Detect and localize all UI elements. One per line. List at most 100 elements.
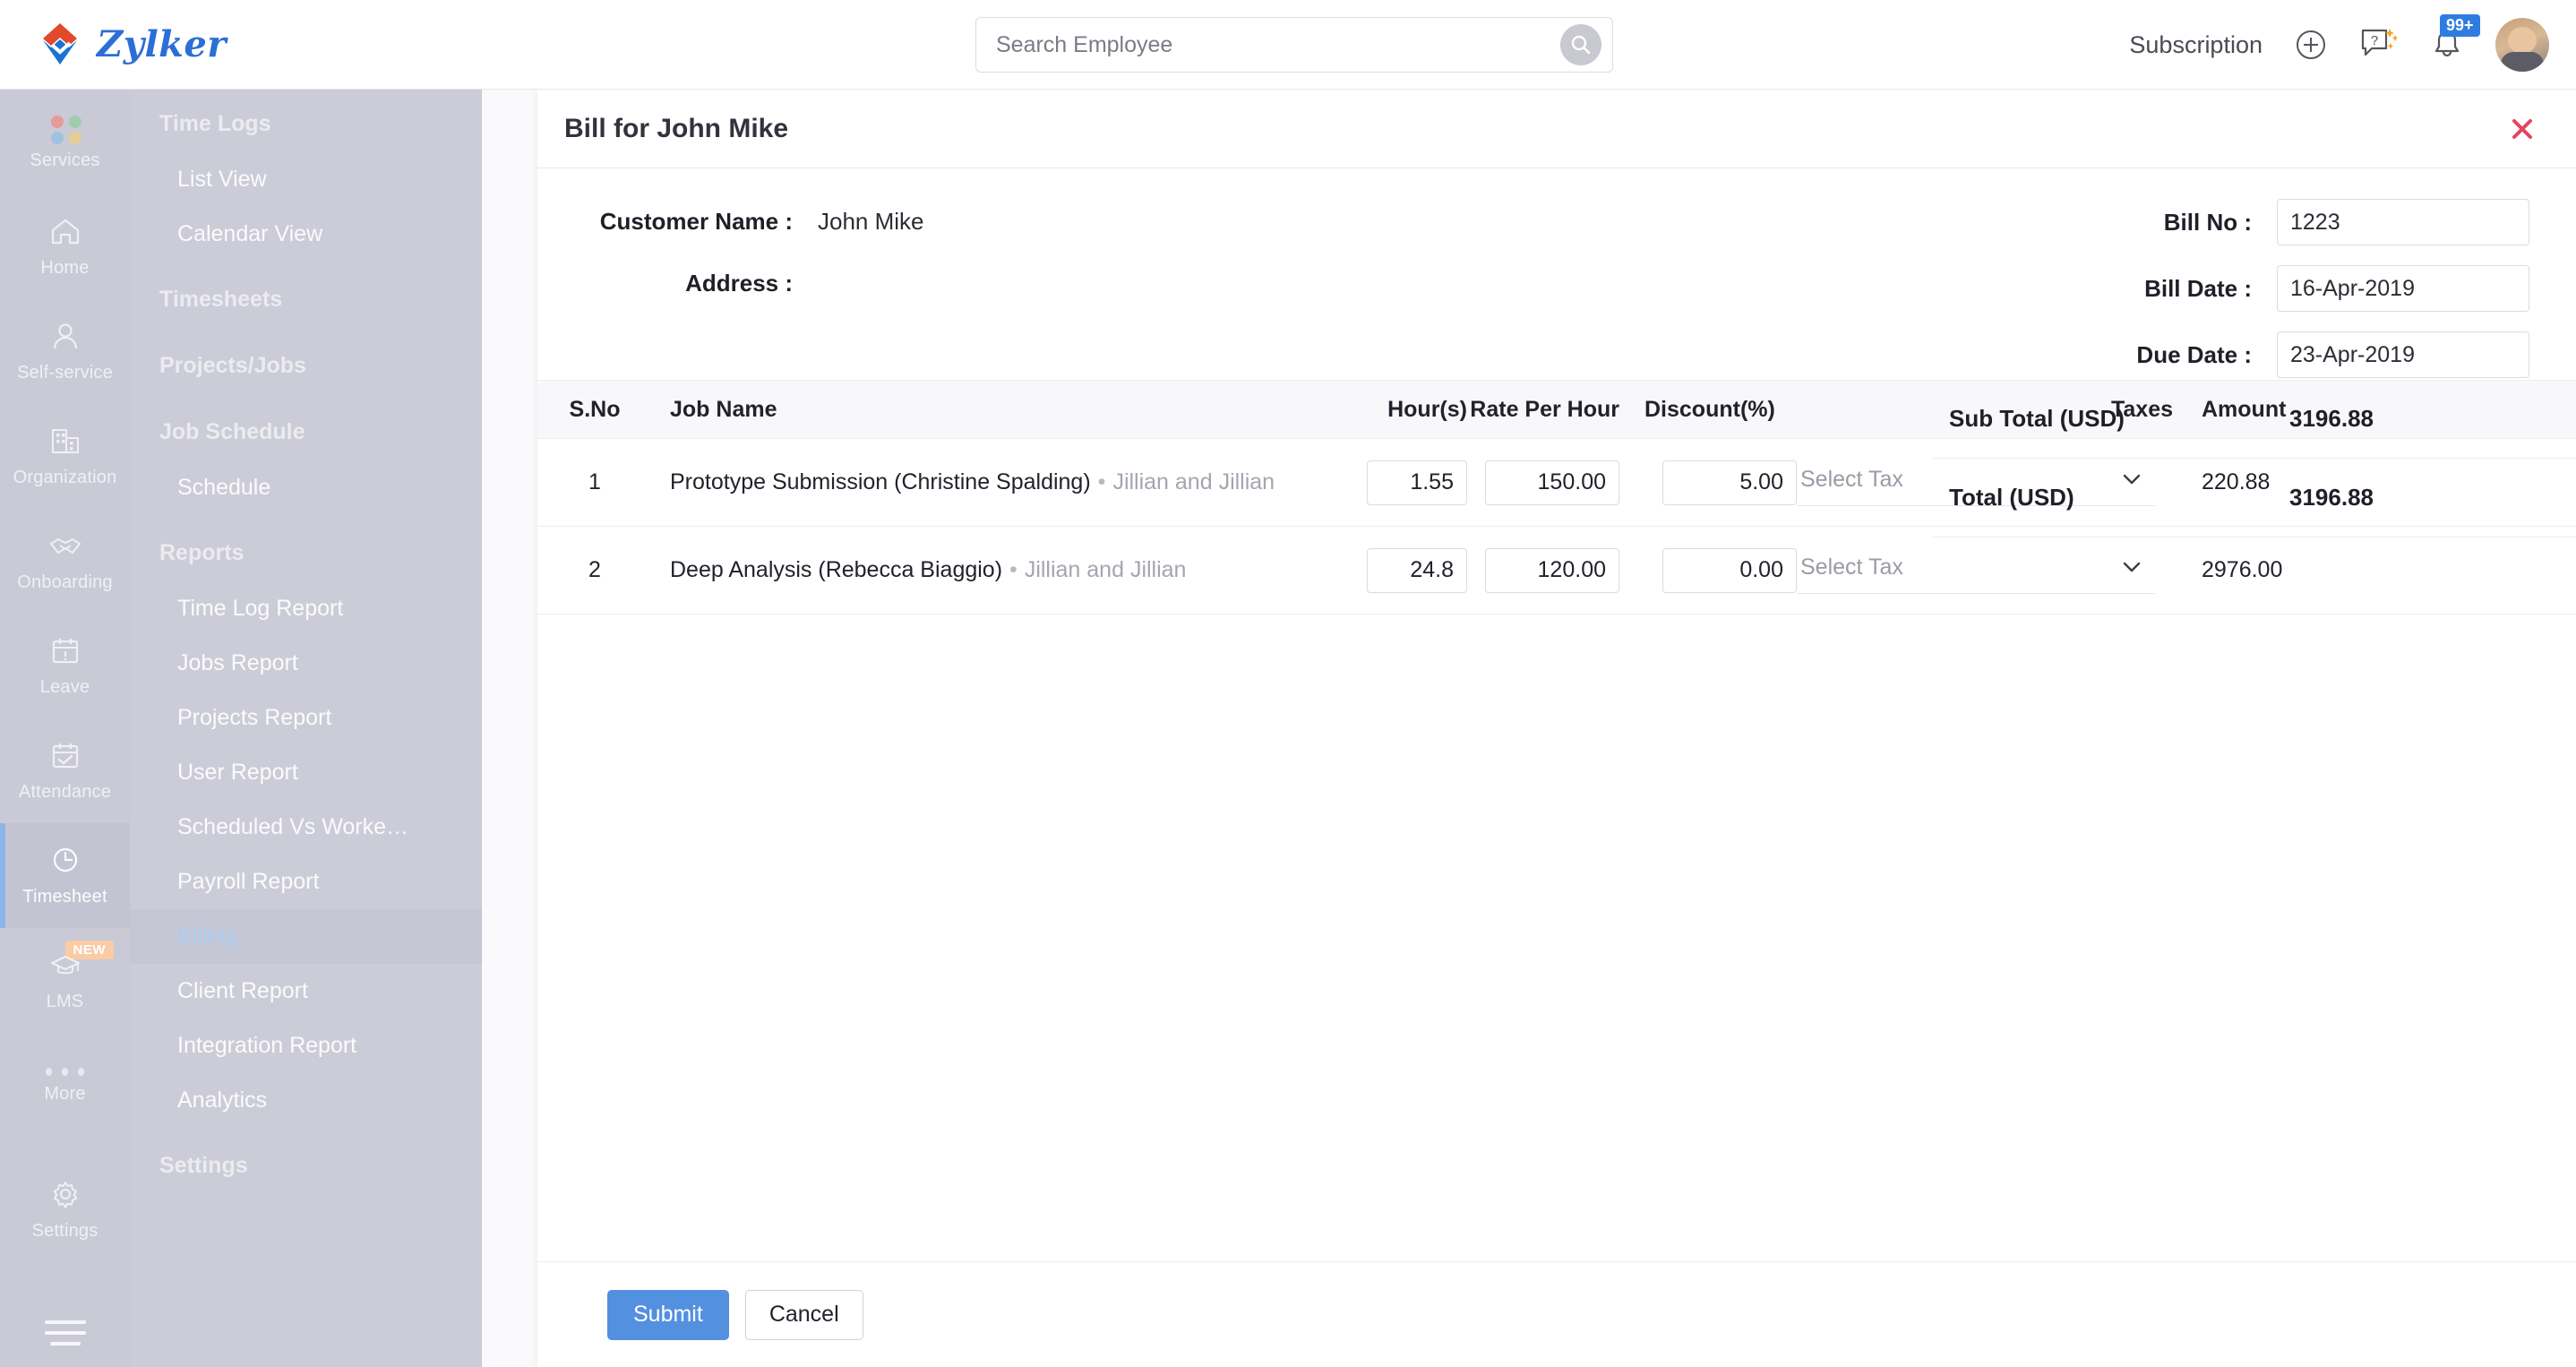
sub-nav: Time Logs List View Calendar View Timesh… (130, 90, 482, 1367)
search-input[interactable] (976, 32, 1560, 58)
rail-item-leave[interactable]: Leave (0, 614, 130, 718)
close-icon[interactable] (2504, 111, 2540, 147)
nav-group-time-logs: Time Logs (130, 95, 482, 152)
rail-item-label: Attendance (19, 782, 111, 803)
submit-button[interactable]: Submit (607, 1290, 729, 1340)
nav-item-payroll-report[interactable]: Payroll Report (130, 855, 482, 909)
job-title: Prototype Submission (Christine Spalding… (670, 469, 1091, 494)
row-discount-cell: 5.00 (1627, 460, 1797, 505)
rail-item-lms[interactable]: NEW LMS (0, 928, 130, 1033)
rail-item-label: More (44, 1084, 85, 1105)
due-date-field[interactable] (2277, 331, 2529, 378)
rail-item-organization[interactable]: Organization (0, 404, 130, 509)
subtotal-value: 3196.88 (2289, 405, 2576, 433)
row-sno: 1 (537, 469, 652, 495)
discount-input[interactable]: 5.00 (1662, 460, 1797, 505)
bill-no-label: Bill No : (2071, 209, 2277, 236)
col-header-sno: S.No (537, 397, 652, 423)
icon-rail: Services Home Self-service Organization (0, 90, 130, 1367)
col-header-rate: Rate Per Hour (1467, 397, 1627, 423)
nav-item-analytics[interactable]: Analytics (130, 1073, 482, 1128)
subtotal-label: Sub Total (USD) (1933, 405, 2289, 433)
nav-item-projects-report[interactable]: Projects Report (130, 691, 482, 745)
rail-item-label: Organization (13, 468, 117, 488)
bill-no-input[interactable] (2290, 210, 2576, 236)
search-icon[interactable] (1560, 24, 1601, 65)
total-value: 3196.88 (2289, 484, 2576, 512)
total-row: Total (USD) 3196.88 (1933, 459, 2576, 537)
rail-item-self-service[interactable]: Self-service (0, 299, 130, 404)
nav-item-list-view[interactable]: List View (130, 152, 482, 207)
rail-item-home[interactable]: Home (0, 194, 130, 299)
nav-item-scheduled-vs-worked[interactable]: Scheduled Vs Worke… (130, 800, 482, 855)
svg-text:?: ? (2371, 33, 2378, 48)
brand-logo[interactable]: Zylker (34, 18, 227, 70)
rail-item-onboarding[interactable]: Onboarding (0, 509, 130, 614)
bill-date-label: Bill Date : (2071, 275, 2277, 303)
nav-item-time-log-report[interactable]: Time Log Report (130, 581, 482, 636)
row-discount-cell: 0.00 (1627, 548, 1797, 593)
bill-date-row: Bill Date : (2071, 265, 2529, 312)
rail-item-label: Home (40, 258, 89, 279)
help-chat-icon[interactable]: ? (2359, 25, 2399, 64)
subscription-link[interactable]: Subscription (2129, 31, 2263, 59)
avatar[interactable] (2495, 18, 2549, 72)
rate-input[interactable]: 120.00 (1485, 548, 1619, 593)
nav-item-schedule[interactable]: Schedule (130, 460, 482, 515)
rail-item-label: Onboarding (17, 572, 113, 593)
row-tax-cell: Select Tax (1797, 547, 2182, 594)
hamburger-icon[interactable] (0, 1320, 130, 1346)
modal-header: Bill for John Mike (537, 90, 2576, 168)
rail-item-attendance[interactable]: Attendance (0, 718, 130, 823)
calendar-alert-icon (47, 634, 83, 671)
rail-item-label: Services (30, 150, 99, 171)
nav-item-jobs-report[interactable]: Jobs Report (130, 636, 482, 691)
rail-item-more[interactable]: More (0, 1033, 130, 1138)
nav-group-timesheets: Timesheets (130, 271, 482, 328)
col-header-hours: Hour(s) (1315, 397, 1467, 423)
nav-item-client-report[interactable]: Client Report (130, 964, 482, 1019)
rail-item-label: Timesheet (22, 887, 107, 907)
nav-item-user-report[interactable]: User Report (130, 745, 482, 800)
col-header-job-name: Job Name (652, 397, 1315, 423)
rail-item-settings[interactable]: Settings (0, 1157, 130, 1262)
modal-footer: Submit Cancel (537, 1261, 2576, 1367)
nav-item-calendar-view[interactable]: Calendar View (130, 207, 482, 262)
top-bar-actions: Subscription ? (2129, 0, 2549, 90)
customer-name-value: John Mike (793, 204, 924, 236)
rail-item-services[interactable]: Services (0, 90, 130, 194)
modal-body: Customer Name : John Mike Address : Bill… (537, 168, 2576, 1261)
graduation-cap-icon (47, 949, 83, 985)
bill-no-row: Bill No : (2071, 199, 2529, 245)
bill-no-field[interactable] (2277, 199, 2529, 245)
row-rate-cell: 150.00 (1467, 460, 1627, 505)
brand-name: Zylker (97, 23, 227, 65)
bell-icon[interactable]: 99+ (2427, 25, 2467, 64)
hours-input[interactable]: 24.8 (1367, 548, 1467, 593)
nav-item-integration-report[interactable]: Integration Report (130, 1019, 482, 1073)
zylker-logo-icon (34, 18, 86, 70)
chevron-down-icon (2121, 555, 2142, 580)
rate-input[interactable]: 150.00 (1485, 460, 1619, 505)
table-row: 2 Deep Analysis (Rebecca Biaggio)•Jillia… (537, 527, 2576, 615)
row-hours-cell: 24.8 (1315, 548, 1467, 593)
nav-group-reports: Reports (130, 524, 482, 581)
customer-address-label: Address : (591, 266, 793, 297)
person-icon (47, 320, 83, 357)
bill-modal: Bill for John Mike Customer Name : John … (537, 90, 2576, 1367)
cancel-button[interactable]: Cancel (745, 1290, 863, 1340)
tax-select[interactable]: Select Tax (1797, 547, 2155, 594)
job-title: Deep Analysis (Rebecca Biaggio) (670, 557, 1002, 582)
search-bar[interactable] (975, 17, 1613, 73)
due-date-input[interactable] (2290, 342, 2576, 368)
building-icon (47, 425, 83, 461)
hours-input[interactable]: 1.55 (1367, 460, 1467, 505)
nav-item-billing[interactable]: Billing (130, 909, 482, 964)
plus-circle-icon[interactable] (2291, 25, 2331, 64)
bill-date-input[interactable] (2290, 276, 2576, 302)
bill-date-field[interactable] (2277, 265, 2529, 312)
col-header-discount: Discount(%) (1627, 397, 1797, 423)
discount-input[interactable]: 0.00 (1662, 548, 1797, 593)
clock-icon (47, 844, 83, 881)
rail-item-timesheet[interactable]: Timesheet (0, 823, 130, 928)
